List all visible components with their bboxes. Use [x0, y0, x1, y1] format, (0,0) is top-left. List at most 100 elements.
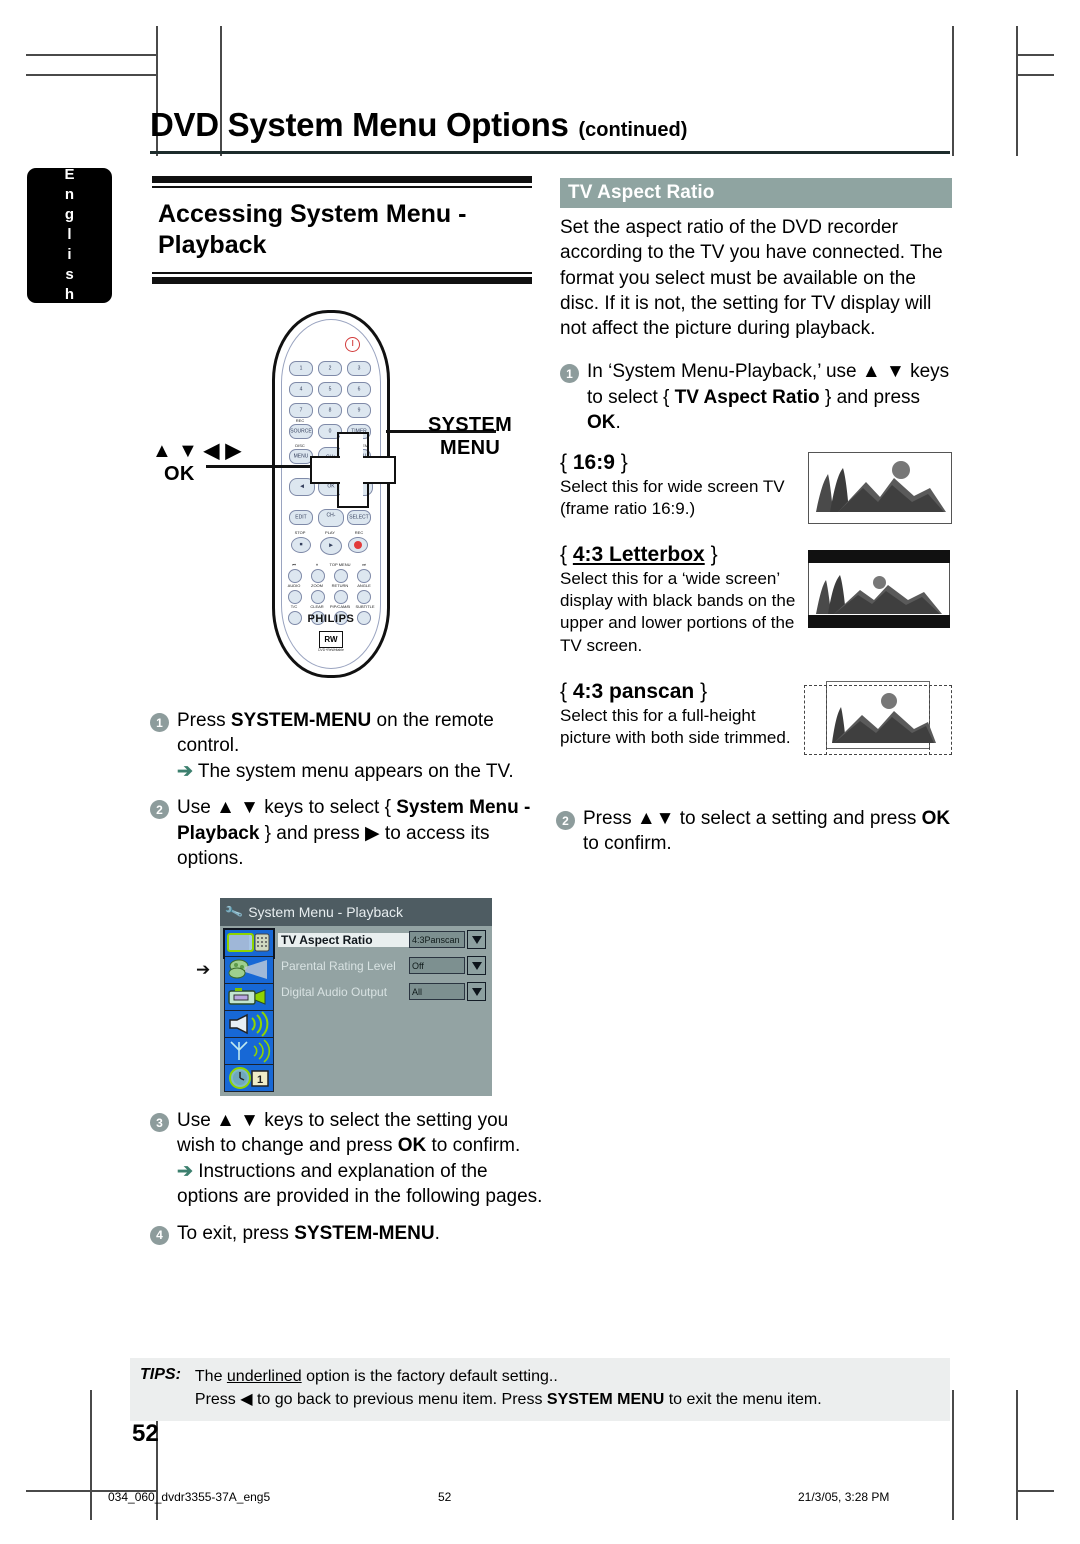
- callout-system-menu: SYSTEM MENU: [428, 414, 512, 460]
- crop-mark-top-right-v2: [952, 26, 954, 156]
- tv-menu-row-2-value[interactable]: All: [409, 983, 465, 1000]
- tv-menu-row-1-value[interactable]: Off: [409, 957, 465, 974]
- remote-button-ch-down-label: CH-: [326, 512, 336, 519]
- option-0-value: 16:9: [572, 450, 615, 474]
- remote-button-6-label: 6: [357, 386, 361, 392]
- tips-line-2: Press ◀ to go back to previous menu item…: [194, 1390, 822, 1408]
- remote-button-pause: [311, 569, 325, 583]
- step-3-sub-1-text: Instructions and explanation of the opti…: [177, 1160, 543, 1208]
- widescreen-landscape-image: [808, 451, 952, 524]
- page-title: DVD System Menu Options: [150, 106, 569, 143]
- clock-date-icon-art: 1: [229, 1067, 269, 1089]
- right-step-1: 1 In ‘System Menu-Playback,’ use ▲ ▼ key…: [560, 359, 952, 435]
- page-number: 52: [132, 1420, 159, 1447]
- remote-zoom-label: ZOOM: [311, 583, 323, 588]
- remote-return-label: RETURN: [331, 583, 349, 588]
- remote-control-illustration: 1 2 3 4 5 6 7 8 9 REC SOURCE 0 TIMER DIS…: [150, 302, 550, 692]
- tips-label: TIPS:: [140, 1366, 181, 1383]
- tv-menu-row-0-value[interactable]: 4:3Panscan: [409, 931, 465, 948]
- remote-button-prev: [288, 569, 302, 583]
- tv-settings-icon[interactable]: [223, 928, 275, 959]
- remote-button-audio: [288, 590, 302, 604]
- remote-button-5: 5: [318, 382, 342, 397]
- section-title-line2: Playback: [158, 230, 267, 259]
- crop-mark-top-right-v: [1016, 26, 1018, 156]
- tv-menu-rows: TV Aspect Ratio 4:3Panscan Parental Rati…: [278, 930, 486, 1009]
- tv-menu-row-2-label: Digital Audio Output: [281, 984, 388, 999]
- language-tab-label: English: [61, 165, 78, 306]
- step-4-text: To exit, press SYSTEM-MENU.: [177, 1222, 440, 1244]
- sound-icon[interactable]: [225, 1011, 273, 1038]
- remote-button-7-label: 7: [299, 407, 303, 413]
- option-2-open-brace: {: [560, 679, 568, 703]
- recording-icon[interactable]: [225, 984, 273, 1011]
- power-icon: [345, 337, 360, 352]
- option-1-open-brace: {: [560, 543, 568, 567]
- remote-button-3: 3: [347, 361, 371, 376]
- option-4-3-letterbox: { 4:3 Letterbox } Select this for a ‘wid…: [560, 542, 952, 657]
- remote-tc-label: T/C: [290, 604, 298, 609]
- panel-intro-text: Set the aspect ratio of the DVD recorder…: [560, 217, 943, 340]
- step-3-body: Use ▲ ▼ keys to select the setting you w…: [177, 1108, 550, 1210]
- remote-button-8: 8: [318, 403, 342, 418]
- step-1-sub-1: ➔ The system menu appears on the TV.: [177, 759, 550, 784]
- remote-button-4: 4: [289, 382, 313, 397]
- sound-icon-art: [229, 1011, 269, 1037]
- remote-button-disc-menu-label: MENU: [293, 453, 309, 459]
- chevron-down-icon[interactable]: [467, 982, 486, 1001]
- remote-rec-label: REC: [354, 530, 364, 535]
- remote-prev-label: ⏮: [292, 562, 296, 567]
- chevron-down-icon[interactable]: [467, 930, 486, 949]
- crop-mark-bottom-right-h: [1018, 1490, 1054, 1492]
- remote-button-stop: ■: [291, 537, 311, 553]
- tv-menu-row-tv-aspect-ratio[interactable]: TV Aspect Ratio 4:3Panscan: [278, 930, 486, 949]
- footer-page-number: 52: [438, 1490, 452, 1504]
- remote-button-4-label: 4: [299, 386, 303, 392]
- dvd-rw-logo-icon: RW: [319, 631, 343, 648]
- header-divider: [150, 151, 950, 154]
- right-column: TV Aspect Ratio Set the aspect ratio of …: [560, 178, 952, 759]
- callout-ok-label: OK: [164, 463, 195, 485]
- crop-mark-top-right-h: [1018, 54, 1054, 56]
- svg-text:1: 1: [257, 1074, 263, 1086]
- philips-brand-label: PHILIPS: [307, 613, 355, 625]
- step-4: 4 To exit, press SYSTEM-MENU.: [150, 1221, 550, 1246]
- right-arrow-icon: ➔: [196, 960, 210, 979]
- remote-button-9-label: 9: [357, 407, 361, 413]
- chevron-down-icon[interactable]: [467, 956, 486, 975]
- installation-icon[interactable]: [225, 1038, 273, 1065]
- page-title-continued: (continued): [578, 119, 688, 141]
- step-2-body: Use ▲ ▼ keys to select { System Menu - P…: [177, 795, 550, 871]
- tv-menu-title-bar: 🔧 System Menu - Playback: [220, 898, 492, 926]
- tv-menu-icon-column: 1: [223, 928, 275, 1092]
- clock-date-icon[interactable]: 1: [225, 1065, 273, 1091]
- option-4-3-panscan: { 4:3 panscan } Select this for a full-h…: [560, 679, 952, 759]
- tv-menu-row-parental-rating-level[interactable]: Parental Rating Level Off: [278, 956, 486, 975]
- nav-cluster-highlight: [310, 432, 396, 508]
- remote-button-play: ▶: [320, 537, 342, 555]
- playback-icon[interactable]: [225, 957, 273, 984]
- option-16-9: { 16:9 } Select this for wide screen TV …: [560, 450, 952, 524]
- crop-mark-bottom-left-v2: [90, 1390, 92, 1520]
- tv-menu-row-digital-audio-output[interactable]: Digital Audio Output All: [278, 982, 486, 1001]
- section-heading-block: Accessing System Menu - Playback: [152, 176, 532, 284]
- step-2-text: Use ▲ ▼ keys to select { System Menu - P…: [177, 797, 531, 870]
- footer-file-name: 034_060_dvdr3355-37A_eng5: [108, 1490, 271, 1504]
- arrow-right-icon: ➔: [177, 1160, 193, 1182]
- tv-menu-screenshot: ➔ 🔧 System Menu - Playback 1 TV Aspect R…: [196, 898, 496, 1098]
- callout-nav-keys: ▲ ▼ ◀ ▶ OK: [152, 440, 241, 486]
- step-1: 1 Press SYSTEM-MENU on the remote contro…: [150, 708, 550, 784]
- option-0-description: Select this for wide screen TV (frame ra…: [560, 476, 785, 518]
- option-2-close-brace: }: [700, 679, 708, 703]
- wrench-icon: 🔧: [223, 901, 245, 922]
- play-icon: ▶: [329, 542, 333, 549]
- tips-box: TIPS: The underlined option is the facto…: [130, 1358, 950, 1422]
- section-rule-top-thin: [152, 186, 532, 188]
- step-1-body: Press SYSTEM-MENU on the remote control.…: [177, 708, 550, 784]
- right-step-2-body: Press ▲▼ to select a setting and press O…: [583, 808, 951, 855]
- remote-button-9: 9: [347, 403, 371, 418]
- remote-clear-label: CLEAR: [310, 604, 324, 609]
- tips-line-1-underlined: underlined: [226, 1368, 302, 1385]
- step-2: 2 Use ▲ ▼ keys to select { System Menu -…: [150, 795, 550, 871]
- remote-button-select: SELECT: [347, 510, 371, 525]
